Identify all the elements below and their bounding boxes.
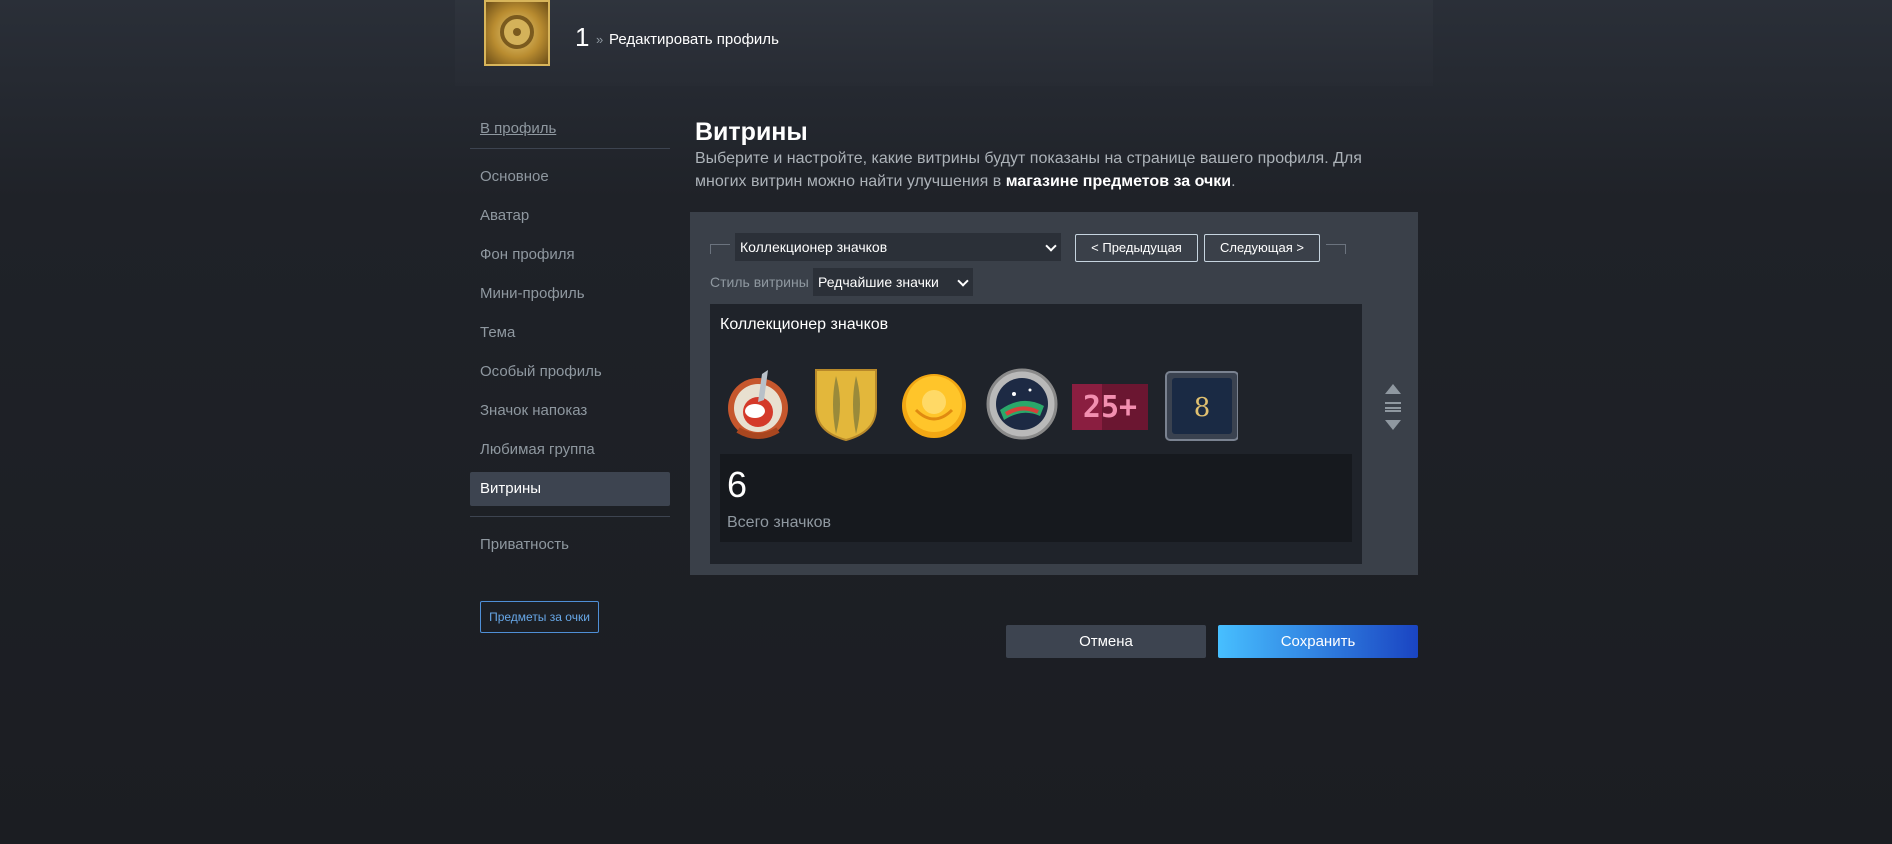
chevron-down-icon [1045,240,1057,252]
sidebar-divider [470,516,670,517]
next-showcase-button[interactable]: Следующая > [1204,234,1320,262]
porthole-badge-icon[interactable] [982,364,1062,444]
sidebar-item-background[interactable]: Фон профиля [470,238,670,272]
showcase-panel-title: Коллекционер значков [720,316,889,333]
sidebar-item-showcases[interactable]: Витрины [470,472,670,506]
sidebar-divider [470,148,670,149]
cancel-button[interactable]: Отмена [1006,625,1206,658]
page-description: Выберите и настройте, какие витрины буду… [695,150,1362,190]
page-title: Витрины [695,118,808,146]
sidebar-item-general[interactable]: Основное [470,160,670,194]
showcase-type-select[interactable]: Коллекционер значков [735,233,1061,261]
showcase-editor-panel: Коллекционер значков < Предыдущая Следую… [690,212,1418,575]
total-badges-label: Всего значков [727,514,832,531]
showcase-reorder-control[interactable] [1383,384,1403,444]
laurel-shield-badge-icon[interactable] [806,364,886,444]
sidebar-item-favorite-group[interactable]: Любимая группа [470,433,670,467]
profile-level: 1 [575,22,590,52]
sidebar-item-theme[interactable]: Тема [470,316,670,350]
gold-coin-badge-icon[interactable] [894,364,974,444]
badge-collector-preview: Коллекционер значков 25+ 8 6 Всего значк… [710,304,1362,564]
breadcrumb-separator: » [596,32,604,47]
showcase-style-label: Стиль витрины [710,274,809,290]
sidebar-item-special-profile[interactable]: Особый профиль [470,355,670,389]
badge-stats: 6 Всего значков [720,454,1352,542]
sidebar-item-privacy[interactable]: Приватность [470,528,670,562]
total-badges-value: 6 [727,464,748,505]
years-badge-icon[interactable]: 25+ [1070,364,1150,444]
page-breadcrumb-title: Редактировать профиль [609,31,779,48]
sidebar-item-featured-badge[interactable]: Значок напоказ [470,394,670,428]
previous-showcase-button[interactable]: < Предыдущая [1075,234,1198,262]
save-button[interactable]: Сохранить [1218,625,1418,658]
rabbit-badge-icon[interactable] [718,364,798,444]
sidebar-item-mini-profile[interactable]: Мини-профиль [470,277,670,311]
svg-text:8: 8 [1194,393,1211,423]
chevron-down-icon [957,275,969,287]
sidebar-item-avatar[interactable]: Аватар [470,199,670,233]
move-up-icon[interactable] [1385,384,1401,394]
profile-header: 1 » Редактировать профиль [455,0,1433,86]
number-badge-icon[interactable]: 8 [1158,364,1239,444]
move-down-icon[interactable] [1385,420,1401,430]
points-shop-button[interactable]: Предметы за очки [480,601,599,633]
svg-text:25+: 25+ [1083,390,1137,425]
points-shop-link[interactable]: магазине предметов за очки [1006,173,1231,190]
avatar[interactable] [484,0,550,66]
drag-handle-icon[interactable] [1385,402,1401,412]
back-to-profile-link[interactable]: В профиль [480,120,556,137]
showcase-style-select[interactable]: Редчайшие значки [813,268,973,296]
